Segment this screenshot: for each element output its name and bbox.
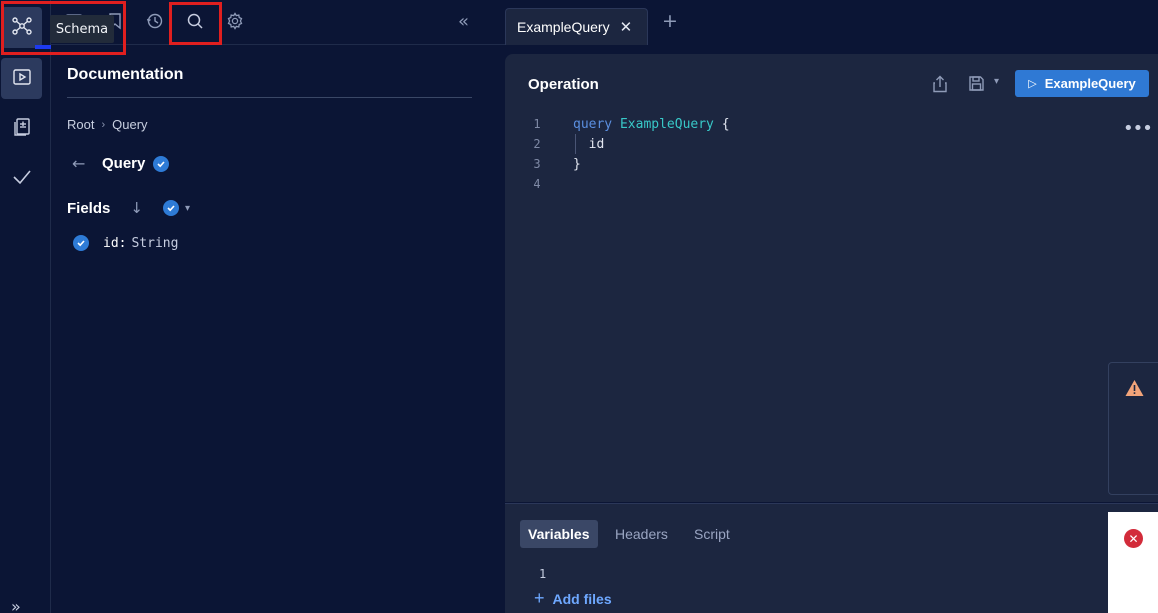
warning-icon: [1125, 379, 1144, 401]
variables-panel: Variables Headers Script 1 + Add files: [505, 503, 1158, 613]
play-panel-icon: [11, 66, 33, 92]
error-panel: [1108, 512, 1158, 613]
fields-header: Fields ↓ ▾: [67, 199, 190, 217]
name-token: ExampleQuery: [619, 116, 714, 132]
add-files-label: Add files: [552, 590, 612, 607]
line-number: 1: [539, 567, 547, 581]
line-number: 1: [533, 117, 541, 131]
line-number: 2: [533, 137, 541, 151]
validate-button[interactable]: [1, 158, 42, 199]
field-type[interactable]: String: [131, 236, 178, 251]
checkmark-icon: [11, 166, 33, 192]
focus-indicator: [35, 45, 51, 49]
operation-panel-button[interactable]: [1, 58, 42, 99]
collapse-docs-icon[interactable]: «: [458, 11, 469, 32]
type-title: Query: [102, 155, 146, 172]
schema-button[interactable]: [1, 7, 42, 48]
breadcrumb-root[interactable]: Root: [67, 117, 94, 132]
collections-icon: [11, 116, 33, 142]
plus-icon: +: [534, 588, 545, 608]
history-icon[interactable]: [144, 10, 166, 32]
punct-token: {: [713, 116, 730, 132]
doc-title: Documentation: [67, 66, 184, 83]
punct-token: }: [573, 156, 581, 172]
field-item[interactable]: id: String: [73, 235, 178, 251]
breadcrumb: Root › Query: [67, 117, 148, 132]
keyword-token: query: [573, 116, 620, 132]
collections-button[interactable]: [1, 108, 42, 149]
toolbar-divider: [51, 44, 505, 45]
tab-headers[interactable]: Headers: [607, 520, 676, 548]
more-options-icon[interactable]: •••: [1123, 118, 1153, 139]
back-row: ← Query: [72, 154, 170, 173]
field-name[interactable]: id:: [103, 236, 126, 251]
operation-title: Operation: [528, 76, 599, 93]
search-icon[interactable]: [184, 10, 206, 32]
back-arrow-icon[interactable]: ←: [72, 154, 102, 173]
field-checkbox[interactable]: [73, 235, 89, 251]
tab-variables[interactable]: Variables: [520, 520, 598, 548]
share-icon[interactable]: [932, 75, 948, 97]
line-number: 4: [533, 177, 541, 191]
select-type-checkbox[interactable]: [153, 155, 170, 172]
breadcrumb-query[interactable]: Query: [112, 117, 147, 132]
run-query-button[interactable]: ▷ ExampleQuery: [1015, 70, 1149, 97]
sidebar-rail: »: [0, 0, 51, 613]
settings-icon[interactable]: [224, 10, 246, 32]
indent-guide: [575, 134, 576, 154]
select-all-fields-checkbox[interactable]: [162, 200, 179, 216]
tab-label: ExampleQuery: [517, 19, 610, 35]
tab-script[interactable]: Script: [686, 520, 738, 548]
field-token: id: [573, 136, 605, 152]
tab-example-query[interactable]: ExampleQuery ✕: [505, 8, 648, 45]
add-tab-icon[interactable]: +: [662, 10, 678, 32]
run-button-label: ExampleQuery: [1044, 76, 1136, 91]
sort-arrow-icon[interactable]: ↓: [130, 199, 143, 217]
error-icon: ✕: [1124, 529, 1143, 548]
play-icon: ▷: [1028, 77, 1037, 90]
expand-sidebar-icon[interactable]: »: [11, 597, 21, 613]
close-icon[interactable]: ✕: [620, 18, 633, 36]
schema-graph-icon: [11, 15, 33, 41]
chevron-down-icon[interactable]: ▾: [185, 203, 190, 214]
chevron-down-icon[interactable]: ▾: [994, 76, 999, 87]
breadcrumb-separator-icon: ›: [101, 118, 106, 131]
schema-tooltip: Schema: [50, 15, 114, 43]
add-files-button[interactable]: + Add files: [534, 588, 612, 609]
doc-divider: [67, 97, 472, 98]
save-icon[interactable]: [968, 75, 985, 96]
operation-editor: Operation ▾ ▷ ExampleQuery ••• 1 query E…: [505, 54, 1158, 502]
line-number: 3: [533, 157, 541, 171]
fields-label: Fields: [67, 199, 111, 217]
